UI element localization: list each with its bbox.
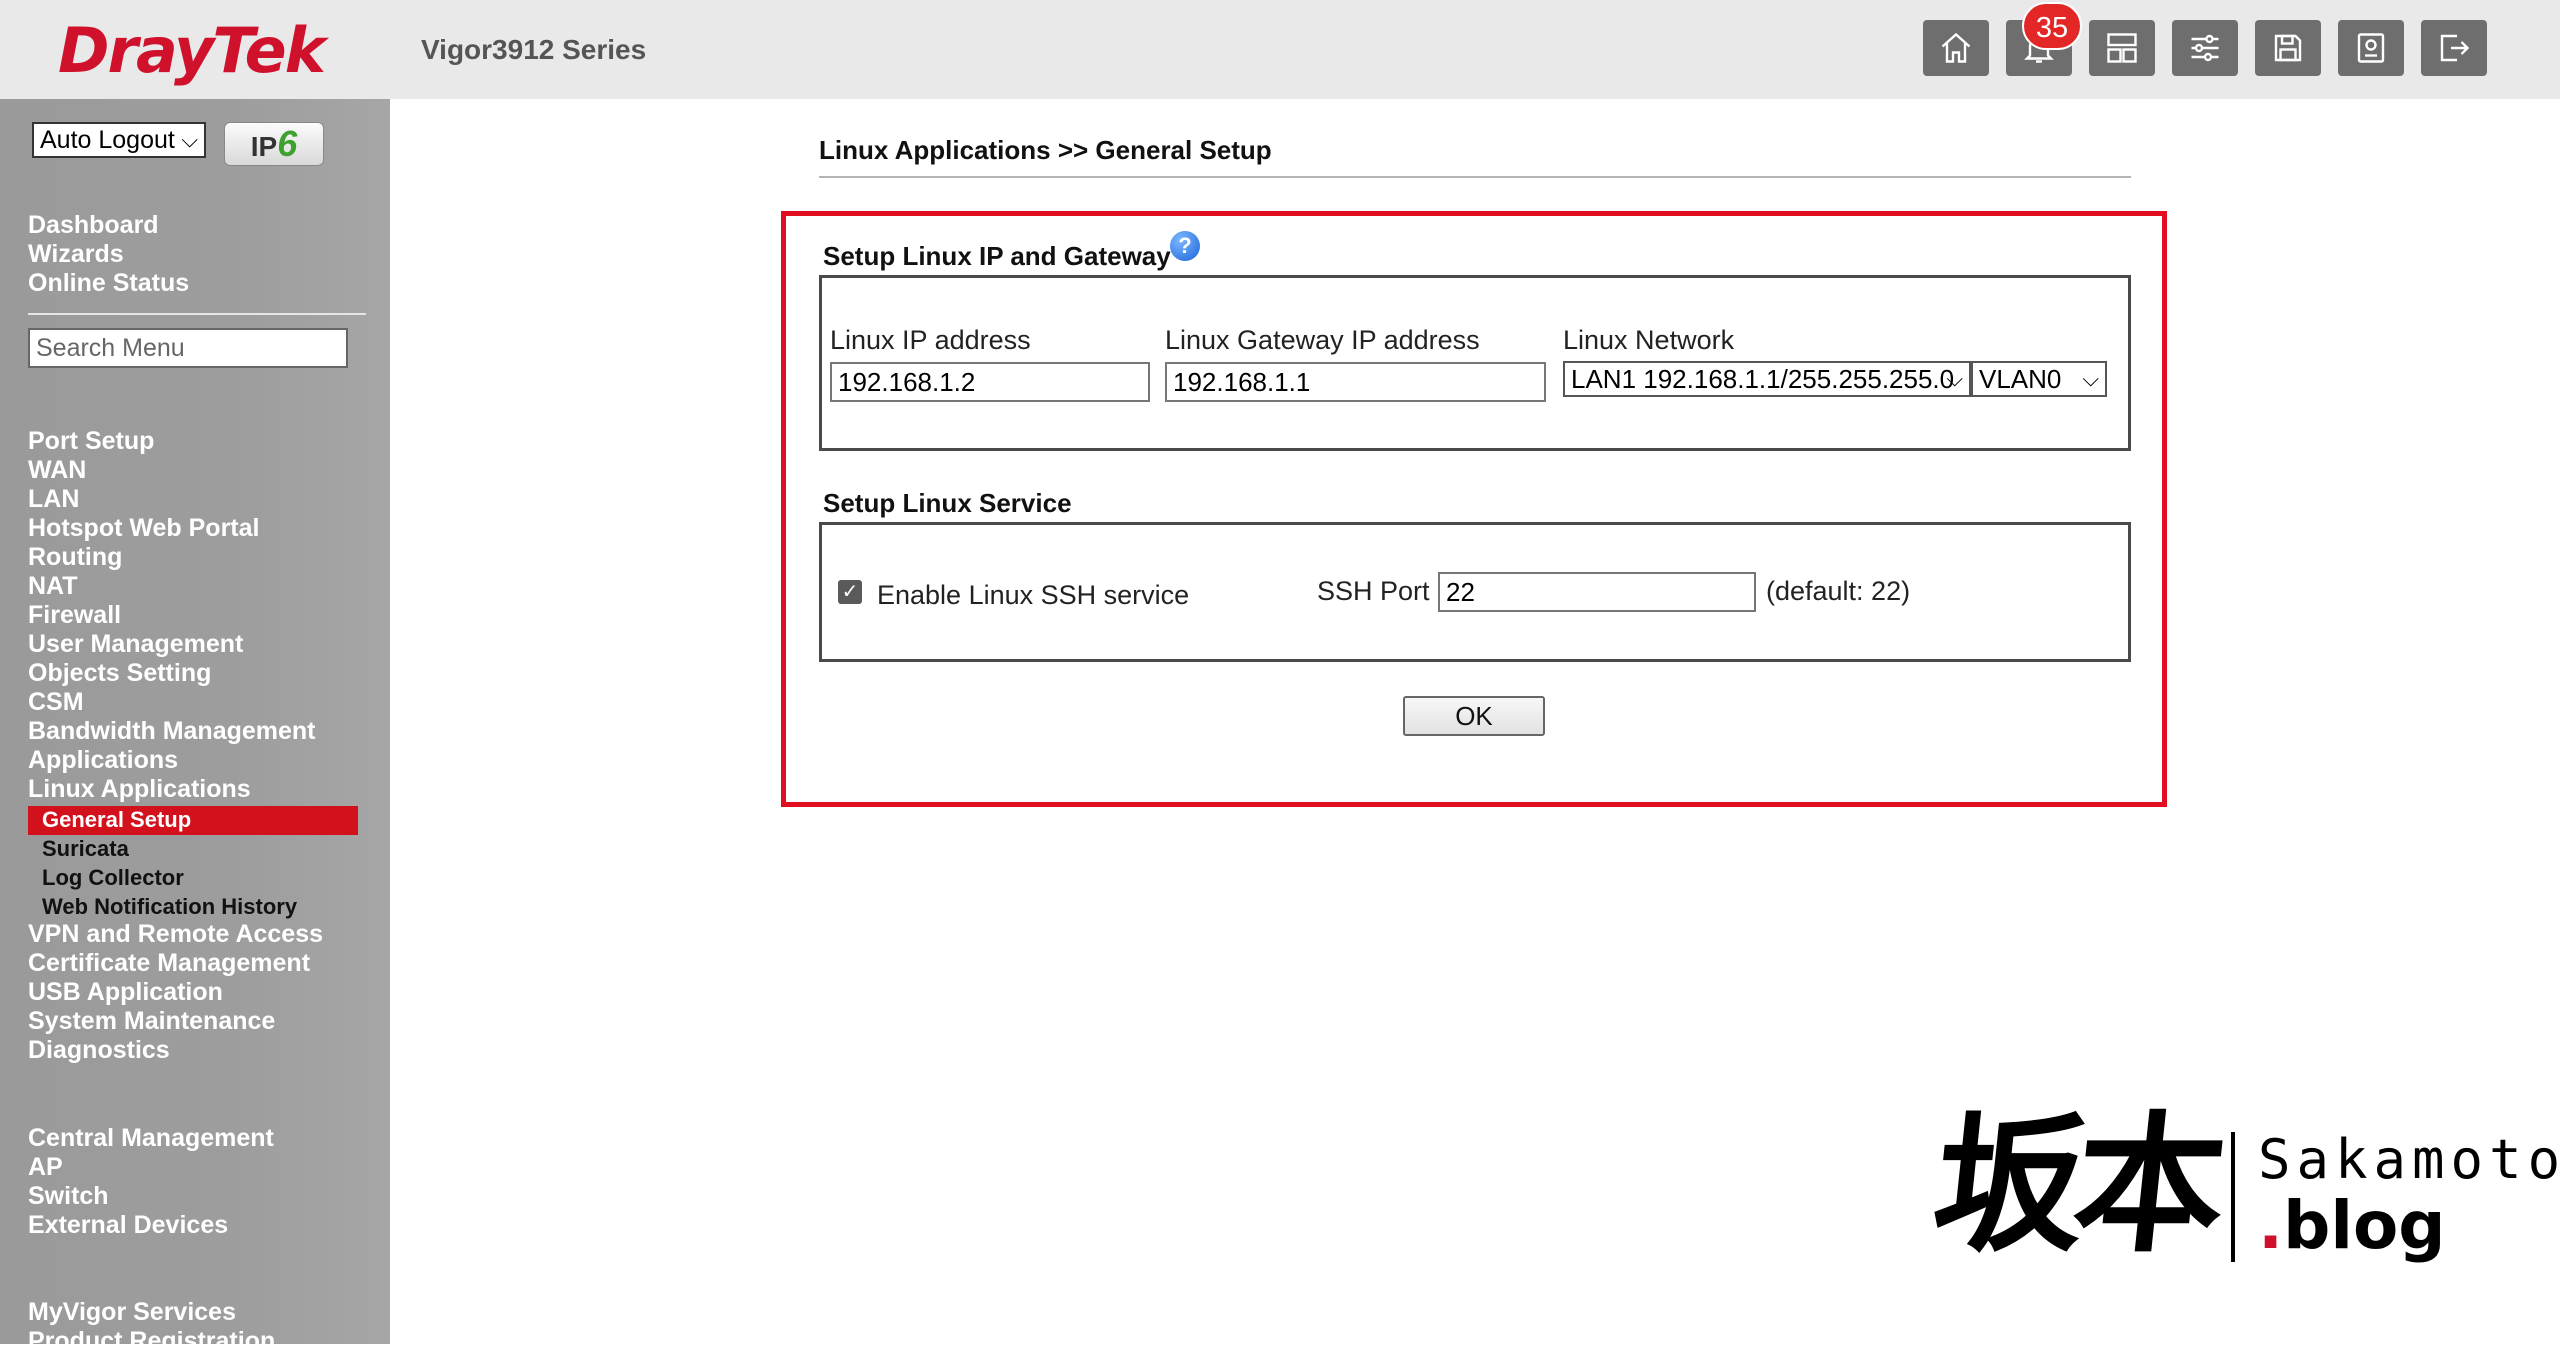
sidebar-item-lan[interactable]: LAN: [28, 485, 79, 514]
home-icon: [1941, 32, 1971, 63]
sidebar-item-wan[interactable]: WAN: [28, 456, 86, 485]
sidebar-item-external-devices[interactable]: External Devices: [28, 1211, 228, 1240]
ssh-port-input[interactable]: 22: [1438, 572, 1756, 612]
sidebar-item-myvigor-services[interactable]: MyVigor Services: [28, 1298, 236, 1327]
draytek-logo: DrayTek: [58, 14, 326, 87]
sidebar-item-bandwidth-management[interactable]: Bandwidth Management: [28, 717, 316, 746]
watermark-kanji: 坂本: [1925, 1097, 2225, 1273]
ipv6-suffix: 6: [277, 123, 298, 164]
sidebar-item-csm[interactable]: CSM: [28, 688, 84, 717]
vlan-select[interactable]: VLAN0 ⌵: [1971, 361, 2107, 397]
watermark-domain: .blog: [2258, 1188, 2446, 1264]
sidebar-item-certificate-management[interactable]: Certificate Management: [28, 949, 310, 978]
sidebar-item-applications[interactable]: Applications: [28, 746, 178, 775]
notification-count-badge: 35: [2022, 2, 2082, 50]
search-menu-input[interactable]: Search Menu: [28, 328, 348, 368]
watermark-name: Sakamoto: [2258, 1128, 2560, 1191]
sidebar-item-diagnostics[interactable]: Diagnostics: [28, 1036, 170, 1065]
top-bar: DrayTek Vigor3912 Series 35: [0, 0, 2560, 99]
sidebar-item-switch[interactable]: Switch: [28, 1182, 109, 1211]
auto-logout-select[interactable]: Auto Logout ⌵: [32, 122, 206, 158]
ssh-enable-label: Enable Linux SSH service: [877, 580, 1190, 610]
sidebar-item-dashboard[interactable]: Dashboard: [28, 211, 159, 240]
backup-icon: [2357, 33, 2385, 63]
sidebar-item-central-management[interactable]: Central Management: [28, 1124, 274, 1153]
breadcrumb-divider: [819, 176, 2131, 178]
sidebar-item-nat[interactable]: NAT: [28, 572, 78, 601]
watermark-divider: [2231, 1132, 2235, 1262]
sidebar-item-user-management[interactable]: User Management: [28, 630, 243, 659]
vlan-value: VLAN0: [1979, 364, 2062, 394]
sidebar-subitem-log-collector[interactable]: Log Collector: [42, 864, 184, 892]
sidebar-subitem-general-setup[interactable]: General Setup: [42, 806, 191, 834]
watermark-dot: .: [2258, 1187, 2284, 1264]
ipv6-label: IP: [250, 131, 278, 162]
sidebar-item-objects-setting[interactable]: Objects Setting: [28, 659, 211, 688]
sidebar-item-routing[interactable]: Routing: [28, 543, 122, 572]
watermark-blog: blog: [2283, 1187, 2446, 1264]
settings-sliders-button[interactable]: [2172, 20, 2238, 76]
sliders-icon: [2191, 34, 2219, 62]
logout-icon: [2440, 34, 2470, 62]
logout-button[interactable]: [2421, 20, 2487, 76]
ssh-port-label: SSH Port: [1317, 576, 1430, 606]
save-icon: [2274, 34, 2302, 62]
auto-logout-value: Auto Logout: [40, 126, 175, 154]
ipv6-button[interactable]: IP6: [224, 122, 324, 166]
sidebar-item-online-status[interactable]: Online Status: [28, 269, 189, 298]
section-title-ip-gateway: Setup Linux IP and Gateway: [823, 241, 1171, 271]
sidebar-item-system-maintenance[interactable]: System Maintenance: [28, 1007, 275, 1036]
sidebar-item-usb-application[interactable]: USB Application: [28, 978, 223, 1007]
ssh-port-default-hint: (default: 22): [1766, 576, 1911, 606]
chevron-down-icon: ⌵: [2082, 366, 2099, 391]
save-config-button[interactable]: [2255, 20, 2321, 76]
linux-network-label: Linux Network: [1563, 325, 1735, 355]
linux-network-select[interactable]: LAN1 192.168.1.1/255.255.255.0 ⌵: [1563, 361, 1971, 397]
ok-button[interactable]: OK: [1403, 696, 1545, 736]
sidebar-item-linux-applications[interactable]: Linux Applications: [28, 775, 251, 804]
ssh-enable-checkbox[interactable]: ✓: [838, 580, 862, 604]
linux-ip-input[interactable]: 192.168.1.2: [830, 362, 1150, 402]
gateway-ip-label: Linux Gateway IP address: [1165, 325, 1480, 355]
sidebar-item-firewall[interactable]: Firewall: [28, 601, 121, 630]
sidebar-subitem-suricata[interactable]: Suricata: [42, 835, 129, 863]
linux-network-value: LAN1 192.168.1.1/255.255.255.0: [1571, 364, 1955, 394]
dashboard-layout-icon: [2107, 33, 2137, 63]
chevron-down-icon: ⌵: [1946, 366, 1963, 391]
sidebar-item-ap[interactable]: AP: [28, 1153, 63, 1182]
sidebar-divider: [28, 313, 366, 315]
sidebar-item-hotspot-web-portal[interactable]: Hotspot Web Portal: [28, 514, 259, 543]
sidebar-item-product-registration[interactable]: Product Registration: [28, 1327, 275, 1356]
home-button[interactable]: [1923, 20, 1989, 76]
backup-button[interactable]: [2338, 20, 2404, 76]
sidebar-item-port-setup[interactable]: Port Setup: [28, 427, 154, 456]
linux-ip-label: Linux IP address: [830, 325, 1031, 355]
gateway-ip-input[interactable]: 192.168.1.1: [1165, 362, 1546, 402]
section-title-linux-service: Setup Linux Service: [823, 488, 1072, 518]
sidebar-subitem-web-notification-history[interactable]: Web Notification History: [42, 893, 297, 921]
page-breadcrumb: Linux Applications >> General Setup: [819, 135, 1272, 165]
sidebar-item-vpn-remote-access[interactable]: VPN and Remote Access: [28, 920, 323, 949]
model-name: Vigor3912 Series: [421, 34, 647, 65]
help-icon[interactable]: ?: [1170, 231, 1200, 261]
dashboard-layout-button[interactable]: [2089, 20, 2155, 76]
sidebar-item-wizards[interactable]: Wizards: [28, 240, 124, 269]
chevron-down-icon: ⌵: [181, 127, 198, 152]
